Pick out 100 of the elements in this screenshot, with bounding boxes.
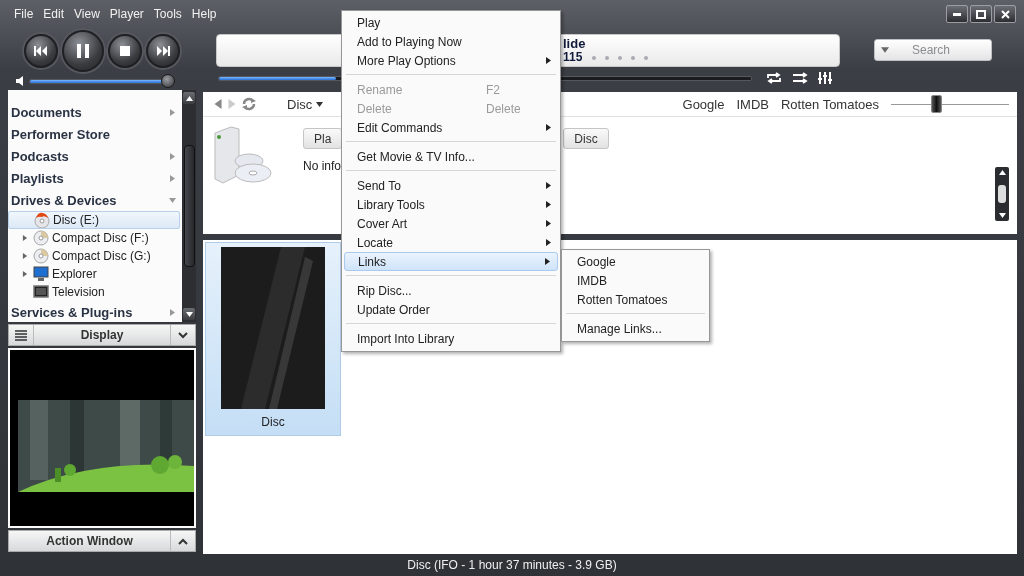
repeat-icon[interactable] — [766, 72, 782, 84]
menu-item[interactable]: More Play Options — [344, 51, 558, 70]
menu-bar-item[interactable]: View — [69, 5, 105, 23]
volume-thumb[interactable] — [160, 74, 175, 88]
menu-item[interactable]: Play — [344, 13, 558, 32]
volume-slider[interactable] — [29, 74, 175, 88]
search-box[interactable]: Search — [874, 39, 992, 61]
scroll-up-icon — [185, 94, 193, 102]
back-icon — [213, 99, 223, 109]
menu-item[interactable]: Cover Art — [344, 214, 558, 233]
menu-item[interactable]: Update Order — [344, 300, 558, 319]
previous-button[interactable] — [24, 34, 58, 68]
status-text: Disc (IFO - 1 hour 37 minutes - 3.9 GB) — [407, 558, 617, 572]
maximize-button[interactable] — [970, 5, 992, 23]
cd-icon — [33, 248, 49, 264]
menu-bar-item[interactable]: File — [9, 5, 39, 23]
sidebar-item[interactable]: Performer Store — [8, 123, 182, 145]
chevron-down-icon[interactable] — [178, 331, 188, 339]
equalizer-icon[interactable] — [818, 72, 832, 84]
location-dropdown[interactable]: Disc — [283, 96, 328, 112]
scrollbar[interactable] — [182, 90, 196, 322]
zoom-slider[interactable] — [891, 95, 1009, 113]
list-icon[interactable] — [15, 329, 27, 341]
link[interactable]: Google — [682, 96, 725, 112]
collapse-arrow-icon — [169, 196, 176, 204]
menu-item[interactable]: Library Tools — [344, 195, 558, 214]
track-number: 115 — [563, 51, 583, 64]
minimize-icon — [953, 12, 961, 16]
dropdown-caret-icon — [881, 46, 889, 54]
action-button[interactable]: Pla — [303, 128, 343, 149]
scrollbar[interactable] — [995, 167, 1009, 221]
menu-bar-item[interactable]: Help — [186, 5, 222, 23]
close-icon — [1000, 9, 1010, 19]
stop-button[interactable] — [108, 34, 142, 68]
next-button[interactable] — [146, 34, 180, 68]
scroll-down-icon — [998, 212, 1006, 219]
shuffle-icon[interactable] — [792, 72, 808, 84]
expand-arrow-icon — [169, 308, 176, 316]
pause-icon — [77, 44, 89, 58]
sidebar-item[interactable]: Podcasts — [8, 145, 182, 167]
tree-item[interactable]: Explorer — [8, 265, 180, 283]
tree-item[interactable]: Compact Disc (G:) — [8, 247, 180, 265]
menu-item[interactable]: Rip Disc... — [344, 281, 558, 300]
menu-item[interactable]: Send To — [344, 176, 558, 195]
sidebar-item[interactable]: Drives & Devices — [8, 189, 182, 211]
tree-item[interactable]: Television — [8, 283, 180, 301]
pause-button[interactable] — [62, 30, 104, 72]
tree-item[interactable]: Compact Disc (F:) — [8, 229, 180, 247]
menu-item[interactable]: Manage Links... — [564, 319, 707, 338]
sidebar-item[interactable]: Playlists — [8, 167, 182, 189]
submenu-arrow-icon — [545, 201, 552, 208]
maximize-icon — [976, 9, 986, 19]
menu-item[interactable]: Edit Commands — [344, 118, 558, 137]
close-button[interactable] — [994, 5, 1016, 23]
menu-item[interactable]: Links — [344, 252, 558, 271]
link[interactable]: Rotten Tomatoes — [780, 96, 879, 112]
dropdown-caret-icon — [316, 100, 324, 108]
submenu-arrow-icon — [544, 258, 551, 265]
submenu-arrow-icon — [545, 124, 552, 131]
menu-item[interactable]: Add to Playing Now — [344, 32, 558, 51]
tree-item[interactable]: Disc (E:) — [8, 211, 180, 229]
menu-bar-item[interactable]: Player — [104, 5, 149, 23]
scroll-up-icon — [998, 169, 1006, 176]
expand-arrow-icon — [22, 253, 28, 259]
menu-bar-item[interactable]: Edit — [38, 5, 70, 23]
television-icon — [33, 284, 49, 300]
panel-title: Action Window — [9, 531, 171, 551]
media-tile[interactable]: Disc — [205, 242, 341, 436]
expand-arrow-icon — [22, 271, 28, 277]
previous-icon — [34, 46, 48, 56]
next-icon — [156, 46, 170, 56]
menu-item[interactable]: Locate — [344, 233, 558, 252]
speaker-icon — [16, 76, 23, 86]
submenu-arrow-icon — [545, 182, 552, 189]
minimize-button[interactable] — [946, 5, 968, 23]
menu-item[interactable]: Google — [564, 252, 707, 271]
zoom-thumb[interactable] — [930, 95, 942, 113]
submenu-arrow-icon — [545, 239, 552, 246]
sidebar-item[interactable]: Services & Plug-ins — [8, 301, 182, 322]
tile-label: Disc — [261, 415, 285, 429]
menu-item[interactable]: Rotten Tomatoes — [564, 290, 707, 309]
refresh-icon[interactable] — [241, 97, 257, 111]
track-title: lide — [563, 37, 587, 51]
menu-item[interactable]: IMDB — [564, 271, 707, 290]
submenu-arrow-icon — [545, 57, 552, 64]
scroll-down-icon — [185, 310, 193, 318]
cd-icon — [33, 230, 49, 246]
stop-icon — [120, 46, 130, 56]
menu-item[interactable]: Import Into Library — [344, 329, 558, 348]
action-button[interactable]: Disc — [563, 128, 609, 149]
expand-arrow-icon — [169, 174, 176, 182]
search-field[interactable]: Search — [889, 42, 973, 58]
expand-arrow-icon — [22, 235, 28, 241]
forward-icon — [227, 99, 237, 109]
link[interactable]: IMDB — [736, 96, 769, 112]
chevron-up-icon[interactable] — [178, 537, 188, 545]
sidebar-item[interactable]: Documents — [8, 101, 182, 123]
menu-bar-item[interactable]: Tools — [148, 5, 187, 23]
submenu-arrow-icon — [545, 220, 552, 227]
menu-item[interactable]: Get Movie & TV Info... — [344, 147, 558, 166]
